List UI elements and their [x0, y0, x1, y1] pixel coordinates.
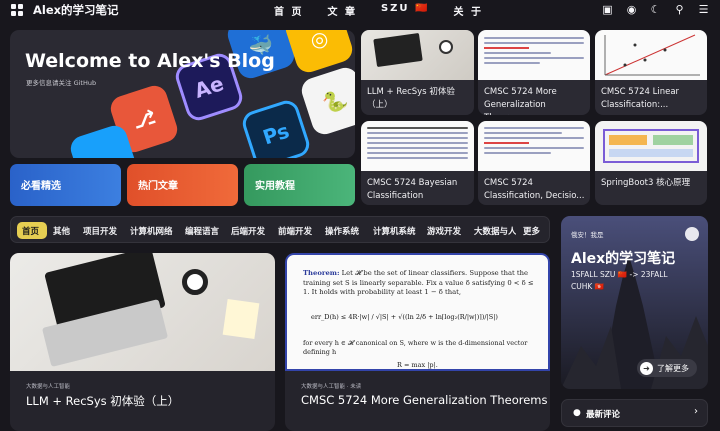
tab-bigdata[interactable]: 大数据与人	[474, 225, 516, 237]
apps-grid-icon[interactable]	[11, 4, 23, 16]
top-card[interactable]: CMSC 5724 Bayesian Classification	[361, 121, 474, 205]
category-tutorials[interactable]: 实用教程	[244, 164, 355, 206]
tab-game[interactable]: 游戏开发	[427, 225, 461, 237]
post-card[interactable]: Theorem: Let 𝓗 be the set of linear clas…	[285, 253, 550, 431]
card-title: CMSC 5724 More Generalization Theorems	[484, 87, 557, 115]
profile-name: Alex的学习笔记	[571, 251, 676, 267]
plot-thumbnail	[595, 30, 707, 80]
card-title: CMSC 5724 Classification, Decisio...	[484, 178, 585, 201]
theorem-cover-image: Theorem: Let 𝓗 be the set of linear clas…	[285, 253, 550, 371]
hero-subtitle[interactable]: 更多信息请关注 GitHub	[26, 77, 96, 87]
card-title: CMSC 5724 Bayesian Classification	[367, 178, 458, 201]
post-title: CMSC 5724 More Generalization Theorems	[301, 393, 548, 407]
tab-backend[interactable]: 后端开发	[231, 225, 265, 237]
theorem-formula: err_D(h) ≤ 4R·|w| / √|S| + √((ln 2/δ + l…	[311, 313, 498, 321]
tab-projects[interactable]: 项目开发	[83, 225, 117, 237]
paper-thumbnail	[478, 121, 590, 171]
learn-more-label: 了解更多	[657, 363, 689, 373]
tab-home[interactable]: 首页	[22, 225, 39, 237]
top-card[interactable]: CMSC 5724 Linear Classification:...	[595, 30, 707, 115]
tab-languages[interactable]: 编程语言	[185, 225, 219, 237]
menu-icon[interactable]: ☰	[697, 3, 710, 16]
avatar[interactable]	[685, 227, 699, 241]
tab-os[interactable]: 操作系统	[325, 225, 359, 237]
post-tag[interactable]: 大数据与人工智能 · 未读	[301, 382, 361, 390]
travel-icon[interactable]: ▣	[601, 3, 614, 16]
post-title: LLM + RecSys 初体验（上）	[26, 394, 180, 408]
menu-item-articles[interactable]: 文 章	[327, 3, 356, 18]
tab-networks[interactable]: 计算机网络	[130, 225, 173, 237]
python-icon: 🐍	[298, 64, 355, 138]
arrow-right-icon: ➜	[640, 361, 653, 375]
profile-greeting: 俄安！我是	[571, 231, 604, 239]
comments-label: 最新评论	[586, 410, 621, 420]
laptop-thumbnail	[361, 30, 474, 80]
menu-item-home[interactable]: 首 页	[274, 3, 303, 18]
search-icon[interactable]: ⚲	[673, 3, 686, 16]
category-label: 实用教程	[255, 181, 295, 192]
card-title: SpringBoot3 核心原理	[601, 178, 691, 188]
tab-systems[interactable]: 计算机系统	[373, 225, 416, 237]
learn-more-button[interactable]: ➜ 了解更多	[637, 359, 697, 377]
top-nav: Alex的学习笔记 首 页 文 章 SZU 🇨🇳 关 于 ▣ ◉ ☾ ⚲ ☰	[0, 0, 720, 20]
top-card[interactable]: LLM + RecSys 初体验（上）	[361, 30, 474, 115]
top-card[interactable]: CMSC 5724 More Generalization Theorems	[478, 30, 590, 115]
card-title: CMSC 5724 Linear Classification:...	[601, 87, 680, 110]
category-hot[interactable]: 热门文章	[127, 164, 238, 206]
profile-line2: CUHK 🇭🇰	[571, 282, 605, 291]
site-brand[interactable]: Alex的学习笔记	[33, 2, 119, 18]
theorem-heading: Theorem:	[303, 269, 340, 277]
category-label: 必看精选	[21, 181, 61, 192]
hero-banner[interactable]: ⎇ Ae 🐳 Ps 🐍 ◎ Welcome to Alex's Blog 更多信…	[10, 30, 355, 158]
theorem-footer: for every h ∈ 𝓗 canonical on S, where w …	[303, 339, 528, 356]
comment-icon: ●	[573, 408, 581, 418]
photoshop-icon: Ps	[239, 97, 313, 158]
category-label: 热门文章	[138, 181, 178, 192]
diagram-thumbnail	[595, 121, 707, 171]
tab-other[interactable]: 其他	[53, 225, 70, 237]
category-must-read[interactable]: 必看精选	[10, 164, 121, 206]
menu-item-szu[interactable]: SZU 🇨🇳	[381, 3, 430, 18]
top-card[interactable]: SpringBoot3 核心原理	[595, 121, 707, 205]
rss-icon[interactable]: ◉	[625, 3, 638, 16]
category-tabs: 首页 其他 项目开发 计算机网络 编程语言 后端开发 前端开发 操作系统 计算机…	[10, 216, 550, 243]
profile-card[interactable]: 俄安！我是 Alex的学习笔记 1SFALL SZU 🇨🇳 -> 23FALL …	[561, 216, 708, 389]
dark-mode-icon[interactable]: ☾	[649, 3, 662, 16]
tab-frontend[interactable]: 前端开发	[278, 225, 312, 237]
laptop-cover-image	[10, 253, 275, 371]
profile-line1: 1SFALL SZU 🇨🇳 -> 23FALL	[571, 270, 668, 279]
table-thumbnail	[361, 121, 474, 171]
nav-tools: ▣ ◉ ☾ ⚲ ☰	[590, 3, 710, 16]
theorem-last: R = max |p|.	[397, 361, 438, 369]
card-title: LLM + RecSys 初体验（上）	[367, 87, 455, 110]
hero-title: Welcome to Alex's Blog	[25, 50, 275, 72]
menu-item-about[interactable]: 关 于	[453, 3, 482, 18]
post-card[interactable]: 大数据与人工智能 LLM + RecSys 初体验（上）	[10, 253, 275, 431]
chevron-right-icon[interactable]: ›	[694, 406, 698, 417]
post-tag[interactable]: 大数据与人工智能	[26, 382, 70, 390]
paper-thumbnail	[478, 30, 590, 80]
top-card[interactable]: CMSC 5724 Classification, Decisio...	[478, 121, 590, 205]
tab-more[interactable]: 更多	[523, 225, 540, 237]
main-menu: 首 页 文 章 SZU 🇨🇳 关 于	[274, 3, 507, 18]
latest-comments-bar[interactable]: ● 最新评论 ›	[561, 399, 708, 427]
